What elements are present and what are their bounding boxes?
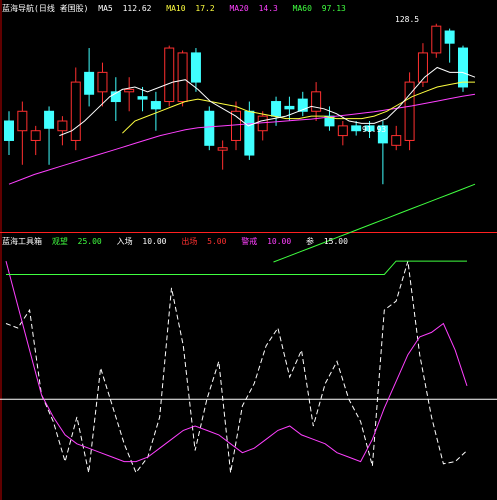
ma10-readout: MA10 17.2 [166,4,215,13]
ma20-readout: MA20 14.3 [229,4,278,13]
candle-body [190,52,201,83]
alert-readout: 警戒 10.00 [241,237,292,246]
candle-body [44,110,55,129]
high-price-label: 128.5 [395,15,419,24]
candle-body [30,130,41,141]
stock-chart-window: 128.5 91.93 蓝海导航(日线 者国股) MA5 112.62 MA10… [0,0,497,500]
indicator-panel [0,260,497,474]
exit-readout: 出场 5.00 [181,237,227,246]
candlestick-panel [4,23,476,263]
candle-body [337,125,348,137]
candle-body [244,110,255,156]
candle-body [431,25,442,54]
candle-body [351,125,362,132]
indicator-line [5,260,468,474]
watch-readout: 观望 25.00 [51,237,102,246]
upper-title: 蓝海导航(日线 者国股) [2,4,89,13]
candle-body [57,120,68,132]
entry-readout: 入场 10.00 [116,237,167,246]
indicator-line [6,260,467,275]
lower-title: 蓝海工具箱 [2,237,42,246]
candle-body [444,30,455,44]
candle-body [204,110,215,146]
lower-header: 蓝海工具箱 观望 25.00 入场 10.00 出场 5.00 警戒 10.00… [2,237,358,247]
candle-body [458,47,468,88]
candle-body [84,71,95,95]
candle-body [164,47,175,103]
candle-body [271,101,282,117]
candle-body [231,110,241,141]
ma5-readout: MA5 112.62 [98,4,152,13]
candle-body [284,105,295,110]
candle-body [17,110,28,132]
low-price-label: 91.93 [362,125,386,134]
ma60-line [273,183,476,263]
candle-body [97,71,108,93]
chart-canvas[interactable]: 128.5 91.93 [0,0,497,500]
param-readout: 参 15.00 [306,237,348,246]
candle-body [391,135,402,146]
candle-body [4,120,14,141]
indicator-line [5,260,468,463]
candle-body [150,101,161,110]
ma60-readout: MA60 97.13 [292,4,346,13]
candle-body [217,147,228,151]
candle-body [137,96,148,100]
candle-body [177,52,188,103]
upper-header: 蓝海导航(日线 者国股) MA5 112.62 MA10 17.2 MA20 1… [2,4,356,14]
candle-body [124,88,135,93]
candle-body [70,81,81,141]
candle-body [417,52,428,83]
